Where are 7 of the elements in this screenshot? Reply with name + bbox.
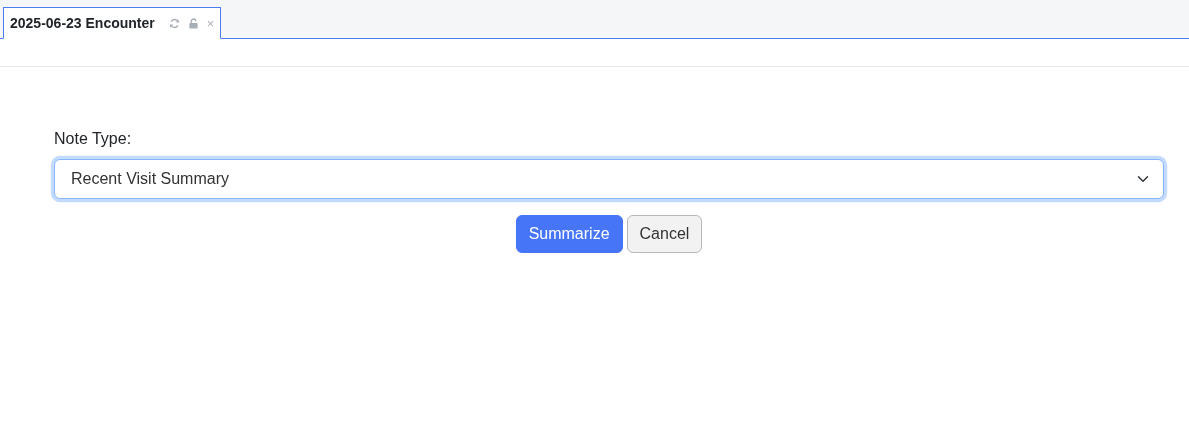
lock-icon[interactable] [187,17,199,29]
note-type-select[interactable]: Recent Visit Summary [54,159,1164,199]
cancel-button[interactable]: Cancel [626,215,703,253]
field-label: Note Type: [54,129,132,149]
summarize-button[interactable]: Summarize [515,215,623,253]
refresh-icon[interactable] [168,17,180,29]
tab[interactable]: 2025-06-23 Encounter × [3,7,222,39]
